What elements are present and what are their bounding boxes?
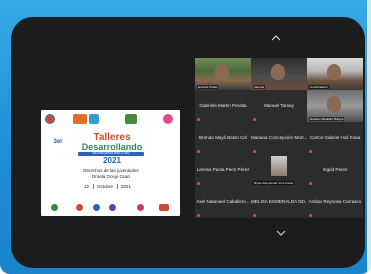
muted-mic-icon bbox=[197, 214, 200, 217]
participant-name: Mariana Concepción Mart... bbox=[251, 135, 307, 140]
participant-label: Ernesto Chalé bbox=[197, 85, 219, 89]
participant-label: Bryan Raymundo Cruz Canto bbox=[253, 181, 295, 185]
participant-name: Axel Natanael Caballero... bbox=[196, 199, 250, 204]
edition-label: 3er bbox=[53, 139, 63, 145]
seal-logo-icon bbox=[45, 114, 55, 124]
muted-mic-icon bbox=[253, 214, 256, 217]
slide-footer-logos bbox=[51, 204, 171, 211]
participant-tile[interactable]: Coordinación bbox=[307, 58, 363, 90]
slide-year: 2021 bbox=[103, 156, 121, 165]
muted-mic-icon bbox=[253, 150, 256, 153]
participant-name: Manuel Tamay bbox=[264, 103, 294, 108]
shared-slide: 3er Talleres Desarrollando MIS HABILIDAD… bbox=[41, 110, 180, 216]
participant-name: Gabriela Martin Peralta bbox=[199, 103, 247, 108]
slide-date: 12 Octubre 2021 bbox=[84, 183, 138, 190]
muted-mic-icon bbox=[309, 182, 312, 185]
meeting-screen: 3er Talleres Desarrollando MIS HABILIDAD… bbox=[11, 17, 365, 268]
participant-name: Carlos Gabriel Hoil Sosa bbox=[309, 135, 361, 140]
participant-name: Ingrid Perez bbox=[322, 167, 348, 172]
participant-tile[interactable]: Brenda Mayli Basto Cel bbox=[195, 122, 251, 154]
government-logo-icon bbox=[125, 114, 137, 124]
device-frame: 3er Talleres Desarrollando MIS HABILIDAD… bbox=[0, 0, 371, 274]
participant-label: Coordinación bbox=[309, 85, 329, 89]
footer-logo-icon bbox=[76, 204, 83, 211]
participant-tile[interactable]: Ingrid Perez bbox=[307, 154, 363, 186]
participant-label: Nelsson Medellín Burgos bbox=[309, 117, 345, 121]
participant-tile[interactable]: Gabriela Martin Peralta bbox=[195, 90, 251, 122]
participant-tile[interactable]: Larissa Paola Pech Pérez bbox=[195, 154, 251, 186]
slide-presenter: Ornela Ocejo Graci bbox=[91, 174, 131, 179]
participant-tile[interactable]: Ambar Reynosa Carrasco bbox=[307, 186, 363, 218]
participant-name: Ambar Reynosa Carrasco bbox=[308, 199, 362, 204]
scroll-up-icon[interactable] bbox=[265, 33, 287, 43]
date-month: Octubre bbox=[97, 184, 114, 189]
slide-logos bbox=[45, 114, 176, 126]
participant-name: Larissa Paola Pech Pérez bbox=[196, 167, 250, 172]
date-separator bbox=[93, 184, 94, 189]
footer-logo-icon bbox=[159, 204, 169, 211]
date-separator bbox=[117, 184, 118, 189]
participant-tile[interactable]: Axel Natanael Caballero... bbox=[195, 186, 251, 218]
participant-tile[interactable]: MELISA ESMERALDA NO... bbox=[251, 186, 307, 218]
date-day: 12 bbox=[84, 184, 90, 189]
anniversary-logo-icon bbox=[73, 114, 87, 124]
muted-mic-icon bbox=[253, 118, 256, 121]
muted-mic-icon bbox=[197, 150, 200, 153]
participant-tile[interactable]: Nelsson Medellín Burgos bbox=[307, 90, 363, 122]
slide-title-line2: Desarrollando bbox=[81, 142, 143, 152]
participant-tile[interactable]: Varpolo bbox=[251, 58, 307, 90]
participant-tile[interactable]: Ernesto Chalé bbox=[195, 58, 251, 90]
footer-logo-icon bbox=[137, 204, 144, 211]
muted-mic-icon bbox=[309, 214, 312, 217]
muted-mic-icon bbox=[197, 182, 200, 185]
muted-mic-icon bbox=[309, 150, 312, 153]
participant-tile[interactable]: Carlos Gabriel Hoil Sosa bbox=[307, 122, 363, 154]
date-year: 2021 bbox=[121, 184, 132, 189]
footer-logo-icon bbox=[93, 204, 100, 211]
participant-tile[interactable]: Mariana Concepción Mart... bbox=[251, 122, 307, 154]
participant-tile[interactable]: Bryan Raymundo Cruz Canto bbox=[251, 154, 307, 186]
youth-logo-icon bbox=[163, 114, 173, 124]
muted-mic-icon bbox=[197, 118, 200, 121]
participant-label: Varpolo bbox=[253, 85, 266, 89]
participant-name: Brenda Mayli Basto Cel bbox=[198, 135, 247, 140]
participant-tile[interactable]: Manuel Tamay bbox=[251, 90, 307, 122]
institution-logo-icon bbox=[89, 114, 99, 124]
participant-name: MELISA ESMERALDA NO... bbox=[251, 199, 307, 204]
scroll-down-icon[interactable] bbox=[270, 228, 292, 238]
footer-logo-icon bbox=[51, 204, 58, 211]
footer-logo-icon bbox=[109, 204, 116, 211]
